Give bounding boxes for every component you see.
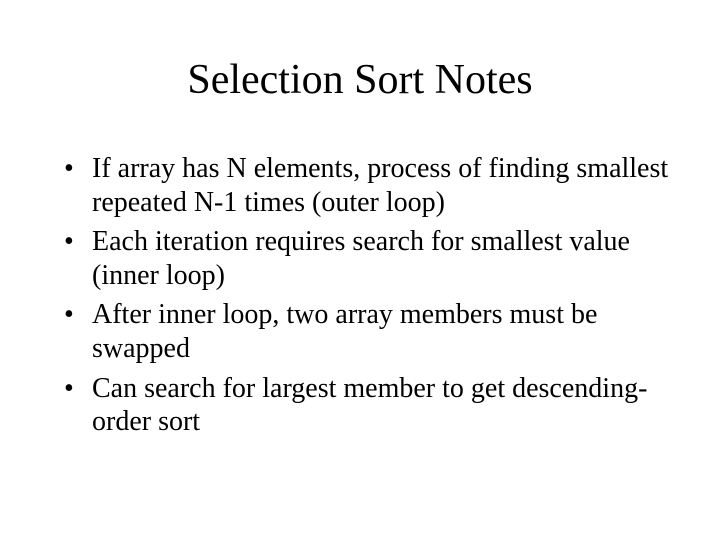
list-item: After inner loop, two array members must… <box>60 298 670 365</box>
list-item: Each iteration requires search for small… <box>60 225 670 292</box>
bullet-list: If array has N elements, process of find… <box>60 152 670 439</box>
slide: Selection Sort Notes If array has N elem… <box>0 0 720 540</box>
slide-title: Selection Sort Notes <box>50 56 670 104</box>
list-item: If array has N elements, process of find… <box>60 152 670 219</box>
list-item: Can search for largest member to get des… <box>60 372 670 439</box>
